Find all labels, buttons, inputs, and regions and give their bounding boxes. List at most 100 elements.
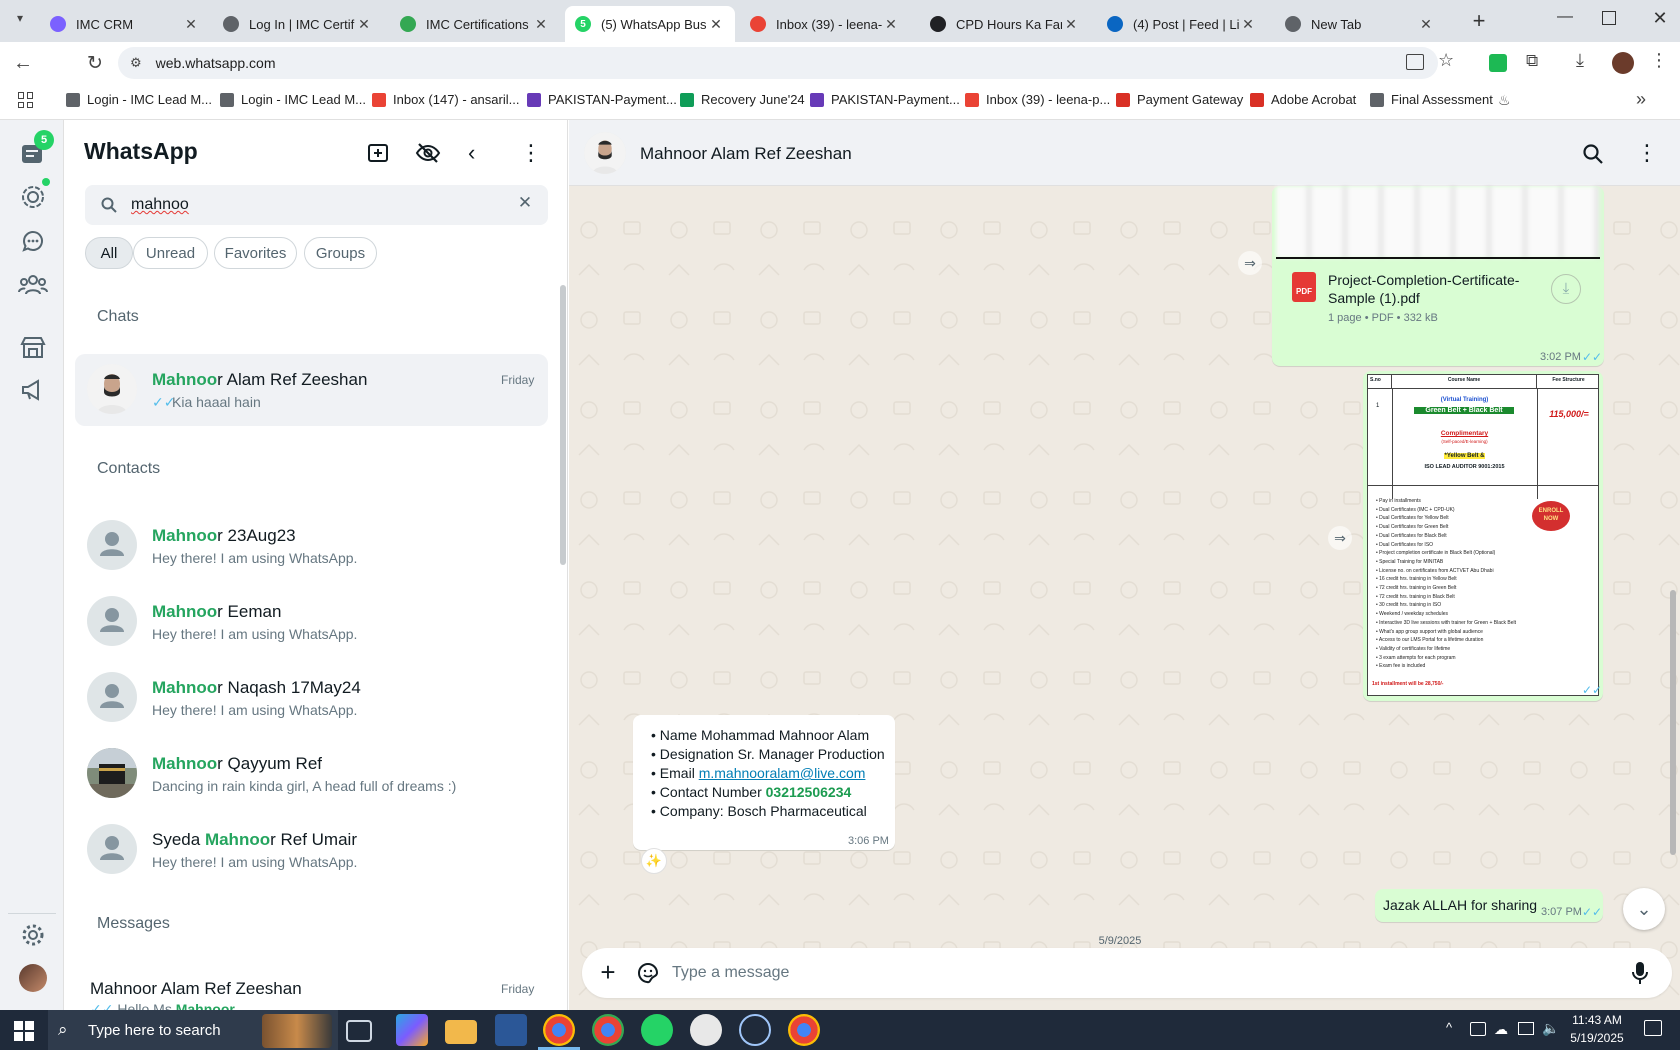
message-input[interactable]: Type a message <box>672 964 789 982</box>
react-sparkle-icon[interactable]: ✨ <box>641 848 667 874</box>
whatsapp-taskbar-icon[interactable] <box>641 1014 673 1046</box>
chrome-profile-2-icon[interactable] <box>592 1014 624 1046</box>
contact-row[interactable] <box>75 586 548 658</box>
filter-favorites[interactable]: Favorites <box>214 237 297 269</box>
extensions-puzzle-icon[interactable]: ⧉ <box>1526 51 1538 71</box>
settings-gear-icon[interactable] <box>20 922 46 948</box>
tab-close-icon[interactable]: ✕ <box>1062 16 1080 33</box>
contact-name[interactable]: Syeda Mahnoor Ref Umair <box>152 830 357 850</box>
contact-row[interactable] <box>75 662 548 734</box>
forward-pdf-icon[interactable]: ⇒ <box>1238 251 1262 275</box>
pinned-app-icon[interactable] <box>495 1014 527 1046</box>
tab-close-icon[interactable]: ✕ <box>1239 16 1257 33</box>
back-icon[interactable]: ← <box>12 52 34 74</box>
bookmark-item[interactable]: PAKISTAN-Payment... <box>527 92 677 107</box>
email-link[interactable]: m.mahnooralam@live.com <box>699 765 866 781</box>
bookmark-star-icon[interactable]: ☆ <box>1438 50 1454 71</box>
chat-row-selected[interactable] <box>75 354 548 426</box>
new-tab-button[interactable]: + <box>1465 8 1493 36</box>
restore-window-button[interactable] <box>1602 11 1616 25</box>
sidebar-menu-icon[interactable]: ⋮ <box>520 140 542 166</box>
tab-close-icon[interactable]: ✕ <box>532 16 550 33</box>
new-chat-icon[interactable] <box>366 141 390 165</box>
download-icon[interactable]: ⤓ <box>1576 50 1584 71</box>
tab-close-icon[interactable]: ✕ <box>182 16 200 33</box>
bookmark-item[interactable]: Login - IMC Lead M... <box>220 92 366 107</box>
tab-close-icon[interactable]: ✕ <box>355 16 373 33</box>
search-messages-icon[interactable] <box>1582 143 1604 165</box>
volume-icon[interactable]: 🔈 <box>1542 1020 1559 1037</box>
pdf-file-name[interactable]: Project-Completion-Certificate-Sample (1… <box>1328 271 1528 307</box>
microphone-icon[interactable] <box>1630 960 1650 986</box>
contact-name[interactable]: Mahnoor 23Aug23 <box>152 526 296 546</box>
conversation-avatar[interactable] <box>584 132 626 174</box>
tab-search-icon[interactable]: ▾ <box>10 11 30 31</box>
bookmark-item[interactable]: Login - IMC Lead M... <box>66 92 212 107</box>
browser-tab[interactable]: CPD Hours Ka Fark ✕ <box>920 6 1090 42</box>
sticker-icon[interactable] <box>636 961 660 985</box>
attach-plus-icon[interactable]: + <box>596 959 620 987</box>
contact-row[interactable] <box>75 510 548 582</box>
status-icon[interactable] <box>20 184 46 210</box>
tab-close-icon[interactable]: ✕ <box>882 16 900 33</box>
network-icon[interactable] <box>1518 1022 1534 1035</box>
task-view-icon[interactable] <box>346 1020 372 1042</box>
filter-unread[interactable]: Unread <box>133 237 208 269</box>
browser-tab[interactable]: IMC CRM ✕ <box>40 6 210 42</box>
filter-all[interactable]: All <box>85 237 133 269</box>
forward-image-icon[interactable]: ⇒ <box>1328 526 1352 550</box>
collapse-chevron-icon[interactable]: ‹ <box>468 140 490 166</box>
chrome-icon[interactable] <box>543 1014 575 1046</box>
contact-name[interactable]: Mahnoor Naqash 17May24 <box>152 678 361 698</box>
browser-tab[interactable]: 5 (5) WhatsApp Busine✕ <box>565 6 735 42</box>
chat-name[interactable]: Mahnoor Alam Ref Zeeshan <box>152 370 367 390</box>
extension-icon[interactable] <box>1489 54 1507 72</box>
clock-app-icon[interactable] <box>690 1014 722 1046</box>
site-info-icon[interactable]: ⚙ <box>130 55 142 71</box>
bookmark-item[interactable]: Inbox (147) - ansaril... <box>372 92 519 107</box>
close-window-button[interactable]: ✕ <box>1650 8 1670 32</box>
reload-icon[interactable]: ↻ <box>84 52 106 74</box>
conversation-contact-name[interactable]: Mahnoor Alam Ref Zeeshan <box>640 144 852 164</box>
minimize-window-button[interactable]: — <box>1555 8 1575 32</box>
copilot-icon[interactable] <box>396 1014 428 1046</box>
windows-start-icon[interactable] <box>14 1021 34 1041</box>
meet-now-icon[interactable] <box>1470 1022 1486 1036</box>
channels-icon[interactable] <box>20 228 46 254</box>
pdf-thumbnail[interactable] <box>1276 186 1600 258</box>
file-explorer-icon[interactable] <box>445 1020 477 1044</box>
scroll-to-bottom-icon[interactable]: ⌄ <box>1623 888 1665 930</box>
conversation-menu-icon[interactable]: ⋮ <box>1636 140 1658 166</box>
conversation-scrollbar[interactable] <box>1670 590 1676 855</box>
bookmark-item[interactable]: Payment Gateway <box>1116 92 1243 107</box>
browser-tab[interactable]: IMC Certifications - ✕ <box>390 6 560 42</box>
bookmark-extra-icon[interactable]: ♨ <box>1498 92 1511 109</box>
settings-app-icon[interactable] <box>739 1014 771 1046</box>
url-text[interactable]: web.whatsapp.com <box>156 55 276 71</box>
profile-avatar[interactable] <box>1612 52 1634 74</box>
course-flyer-image[interactable]: S.no Course Name Fee Structure 1 (Virtua… <box>1367 374 1599 696</box>
browser-tab[interactable]: (4) Post | Feed | Link✕ <box>1097 6 1267 42</box>
install-app-icon[interactable] <box>1406 54 1424 70</box>
contact-name[interactable]: Mahnoor Qayyum Ref <box>152 754 322 774</box>
hidden-eye-icon[interactable] <box>415 140 441 166</box>
tray-chevron-icon[interactable]: ^ <box>1446 1020 1452 1035</box>
filter-groups[interactable]: Groups <box>304 237 377 269</box>
contact-name[interactable]: Mahnoor Eeman <box>152 602 281 622</box>
advertise-icon[interactable] <box>20 378 46 402</box>
clock-date[interactable]: 5/19/2025 <box>1566 1031 1628 1045</box>
browser-tab[interactable]: Log In | IMC Certific ✕ <box>213 6 383 42</box>
pdf-download-icon[interactable]: ⤓ <box>1551 274 1581 304</box>
apps-grid-icon[interactable] <box>18 92 34 108</box>
tab-close-icon[interactable]: ✕ <box>707 16 725 33</box>
chrome-profile-3-icon[interactable] <box>788 1014 820 1046</box>
search-input[interactable]: mahnoo <box>131 196 189 214</box>
bookmark-item[interactable]: Recovery June'24 <box>680 92 805 107</box>
sidebar-scrollbar[interactable] <box>560 285 566 565</box>
browser-tab[interactable]: Inbox (39) - leena-p ✕ <box>740 6 910 42</box>
phone-link[interactable]: 03212506234 <box>766 784 852 800</box>
bookmark-item[interactable]: PAKISTAN-Payment... <box>810 92 960 107</box>
bookmark-item[interactable]: Adobe Acrobat <box>1250 92 1356 107</box>
tab-close-icon[interactable]: ✕ <box>1417 16 1435 33</box>
contact-row[interactable] <box>75 738 548 810</box>
